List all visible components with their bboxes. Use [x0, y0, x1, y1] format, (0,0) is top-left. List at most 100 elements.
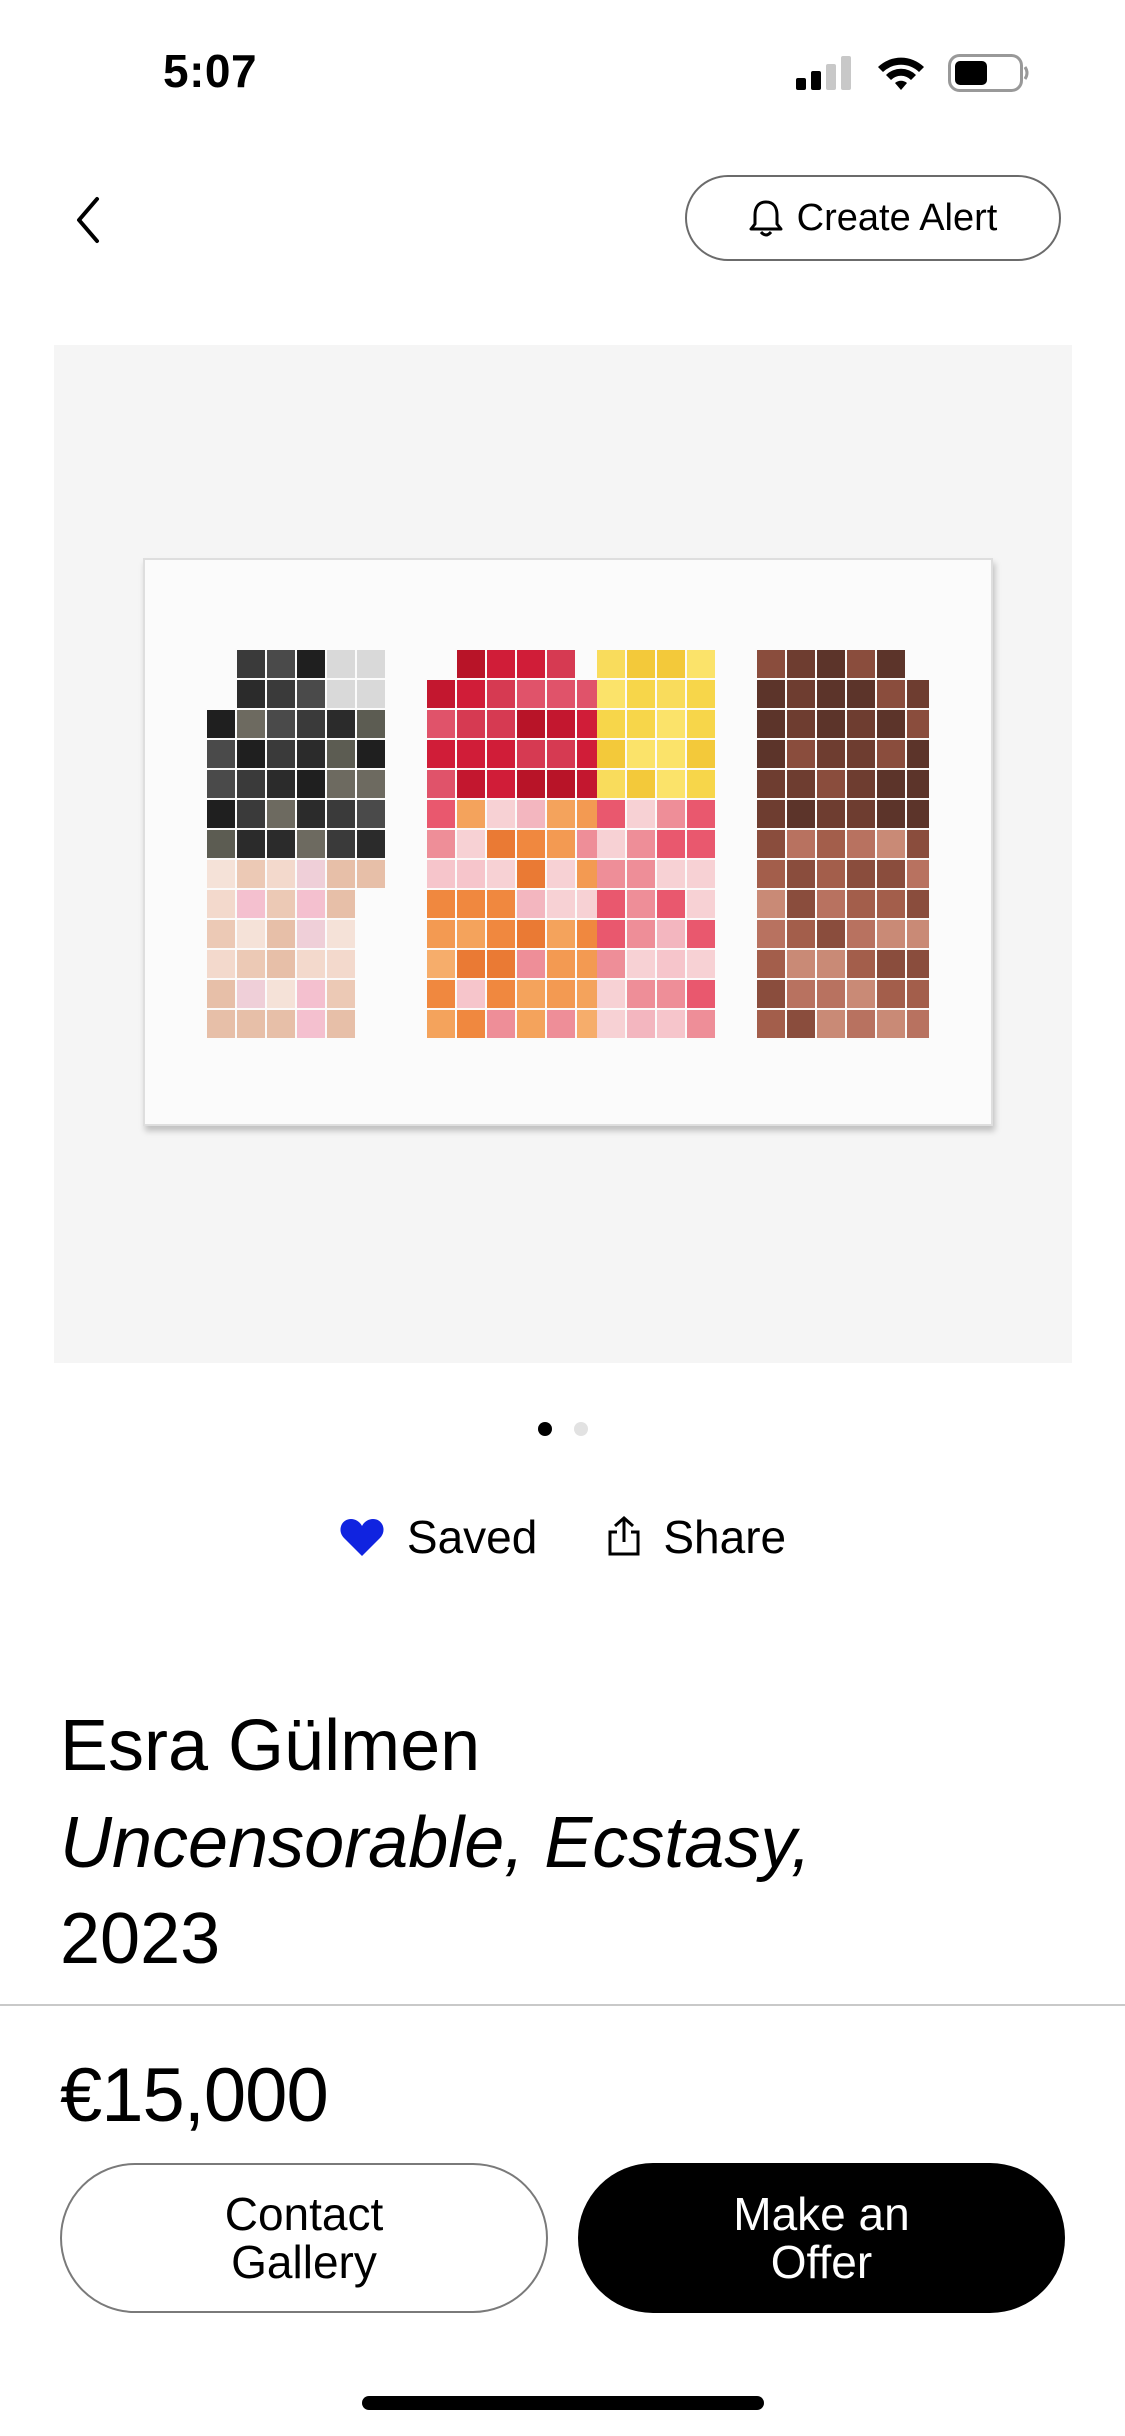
artwork-actions: Saved Share	[0, 1510, 1125, 1564]
artwork-pixel	[657, 920, 685, 948]
share-button[interactable]: Share	[607, 1510, 786, 1564]
artwork-pixel	[547, 890, 575, 918]
artwork-pixel	[757, 920, 785, 948]
artwork-pixel	[627, 890, 655, 918]
artwork-pixel	[207, 890, 235, 918]
saved-button[interactable]: Saved	[339, 1510, 537, 1564]
artwork-pixel	[517, 740, 545, 768]
artwork-pixel	[267, 830, 295, 858]
artwork-pixel	[427, 740, 455, 768]
artwork-pixel	[757, 650, 785, 678]
artwork-pixel	[877, 890, 905, 918]
artwork-pixel	[357, 740, 385, 768]
pager-dot[interactable]	[573, 1422, 588, 1436]
artwork-pixel	[817, 650, 845, 678]
battery-icon	[948, 54, 1029, 92]
artwork-pixel	[757, 1010, 785, 1038]
artwork-pixel	[907, 860, 929, 888]
artwork-pixel	[817, 830, 845, 858]
artwork-pixel	[847, 860, 875, 888]
artwork-pixel	[237, 1010, 265, 1038]
artwork-pixel	[657, 860, 685, 888]
artwork-pixel	[757, 740, 785, 768]
artwork-pixel	[237, 710, 265, 738]
artwork-price: €15,000	[60, 2053, 329, 2138]
divider	[0, 2004, 1125, 2006]
artwork-pixel	[297, 920, 325, 948]
back-button[interactable]	[58, 185, 118, 255]
artwork-pixel	[757, 950, 785, 978]
artwork-pixel	[757, 680, 785, 708]
artwork-pixel	[267, 950, 295, 978]
artwork-pixel	[427, 980, 455, 1008]
artwork-pixel	[847, 650, 875, 678]
artwork-pixel	[267, 860, 295, 888]
artwork-pixel	[237, 890, 265, 918]
create-alert-button[interactable]: Create Alert	[685, 175, 1061, 261]
contact-gallery-button[interactable]: Contact Gallery	[60, 2163, 548, 2313]
artwork-pixel	[517, 860, 545, 888]
artwork-image[interactable]	[54, 345, 1072, 1363]
artwork-pixel	[487, 1010, 515, 1038]
artwork-pixel	[847, 980, 875, 1008]
artwork-pixel	[237, 830, 265, 858]
artwork-pixel	[627, 830, 655, 858]
artwork-pixel	[357, 770, 385, 798]
artwork-pixel	[267, 710, 295, 738]
artwork-pixel	[627, 860, 655, 888]
artwork-pixel	[547, 650, 575, 678]
artwork-pixel	[687, 920, 715, 948]
status-time: 5:07	[163, 45, 258, 97]
artwork-pixel	[427, 710, 455, 738]
artwork-pixel	[817, 770, 845, 798]
artwork-pixel	[847, 710, 875, 738]
artwork-pixel	[597, 770, 625, 798]
artwork-pixel	[597, 920, 625, 948]
artwork-pixel	[547, 920, 575, 948]
artwork-pixel	[847, 1010, 875, 1038]
artwork-pixel	[627, 920, 655, 948]
artwork-pixel	[547, 740, 575, 768]
artwork-pixel	[267, 680, 295, 708]
make-offer-button[interactable]: Make an Offer	[578, 2163, 1065, 2313]
artwork-pixel	[877, 950, 905, 978]
artwork-pixel	[517, 830, 545, 858]
artwork-pixel	[327, 890, 355, 918]
artwork-pixel	[597, 740, 625, 768]
artwork-pixel	[817, 1010, 845, 1038]
artwork-pixel	[487, 830, 515, 858]
artwork-pixel	[877, 680, 905, 708]
artwork-pixel	[517, 800, 545, 828]
artwork-pixel	[597, 980, 625, 1008]
artwork-pixel	[267, 890, 295, 918]
status-bar: 5:07	[0, 0, 1125, 150]
artwork-pixel	[427, 830, 455, 858]
artwork-pixel	[267, 650, 295, 678]
artwork-pixel	[597, 890, 625, 918]
make-offer-label: Make an Offer	[733, 2190, 909, 2286]
artwork-pixel	[687, 740, 715, 768]
artwork-pixel	[817, 980, 845, 1008]
artwork-pixel	[817, 740, 845, 768]
image-pager	[0, 1422, 1125, 1436]
artwork-pixel	[357, 680, 385, 708]
artwork-pixel	[547, 980, 575, 1008]
artwork-pixel	[327, 920, 355, 948]
artwork-pixel	[657, 710, 685, 738]
pager-dot-active[interactable]	[537, 1422, 552, 1436]
artist-name[interactable]: Esra Gülmen	[60, 1705, 480, 1787]
artwork-pixel	[687, 890, 715, 918]
artwork-pixel	[817, 800, 845, 828]
artwork-pixel	[787, 800, 815, 828]
artwork-pixel	[757, 890, 785, 918]
artwork-pixel	[847, 680, 875, 708]
artwork-pixel	[907, 770, 929, 798]
artwork-pixel	[597, 950, 625, 978]
artwork-pixel	[687, 1010, 715, 1038]
artwork-pixel	[597, 830, 625, 858]
artwork-pixel	[907, 1010, 929, 1038]
offer-label-line2: Offer	[770, 2236, 873, 2288]
artwork-pixel	[487, 890, 515, 918]
artwork-pixel	[487, 920, 515, 948]
artwork-pixel	[657, 890, 685, 918]
